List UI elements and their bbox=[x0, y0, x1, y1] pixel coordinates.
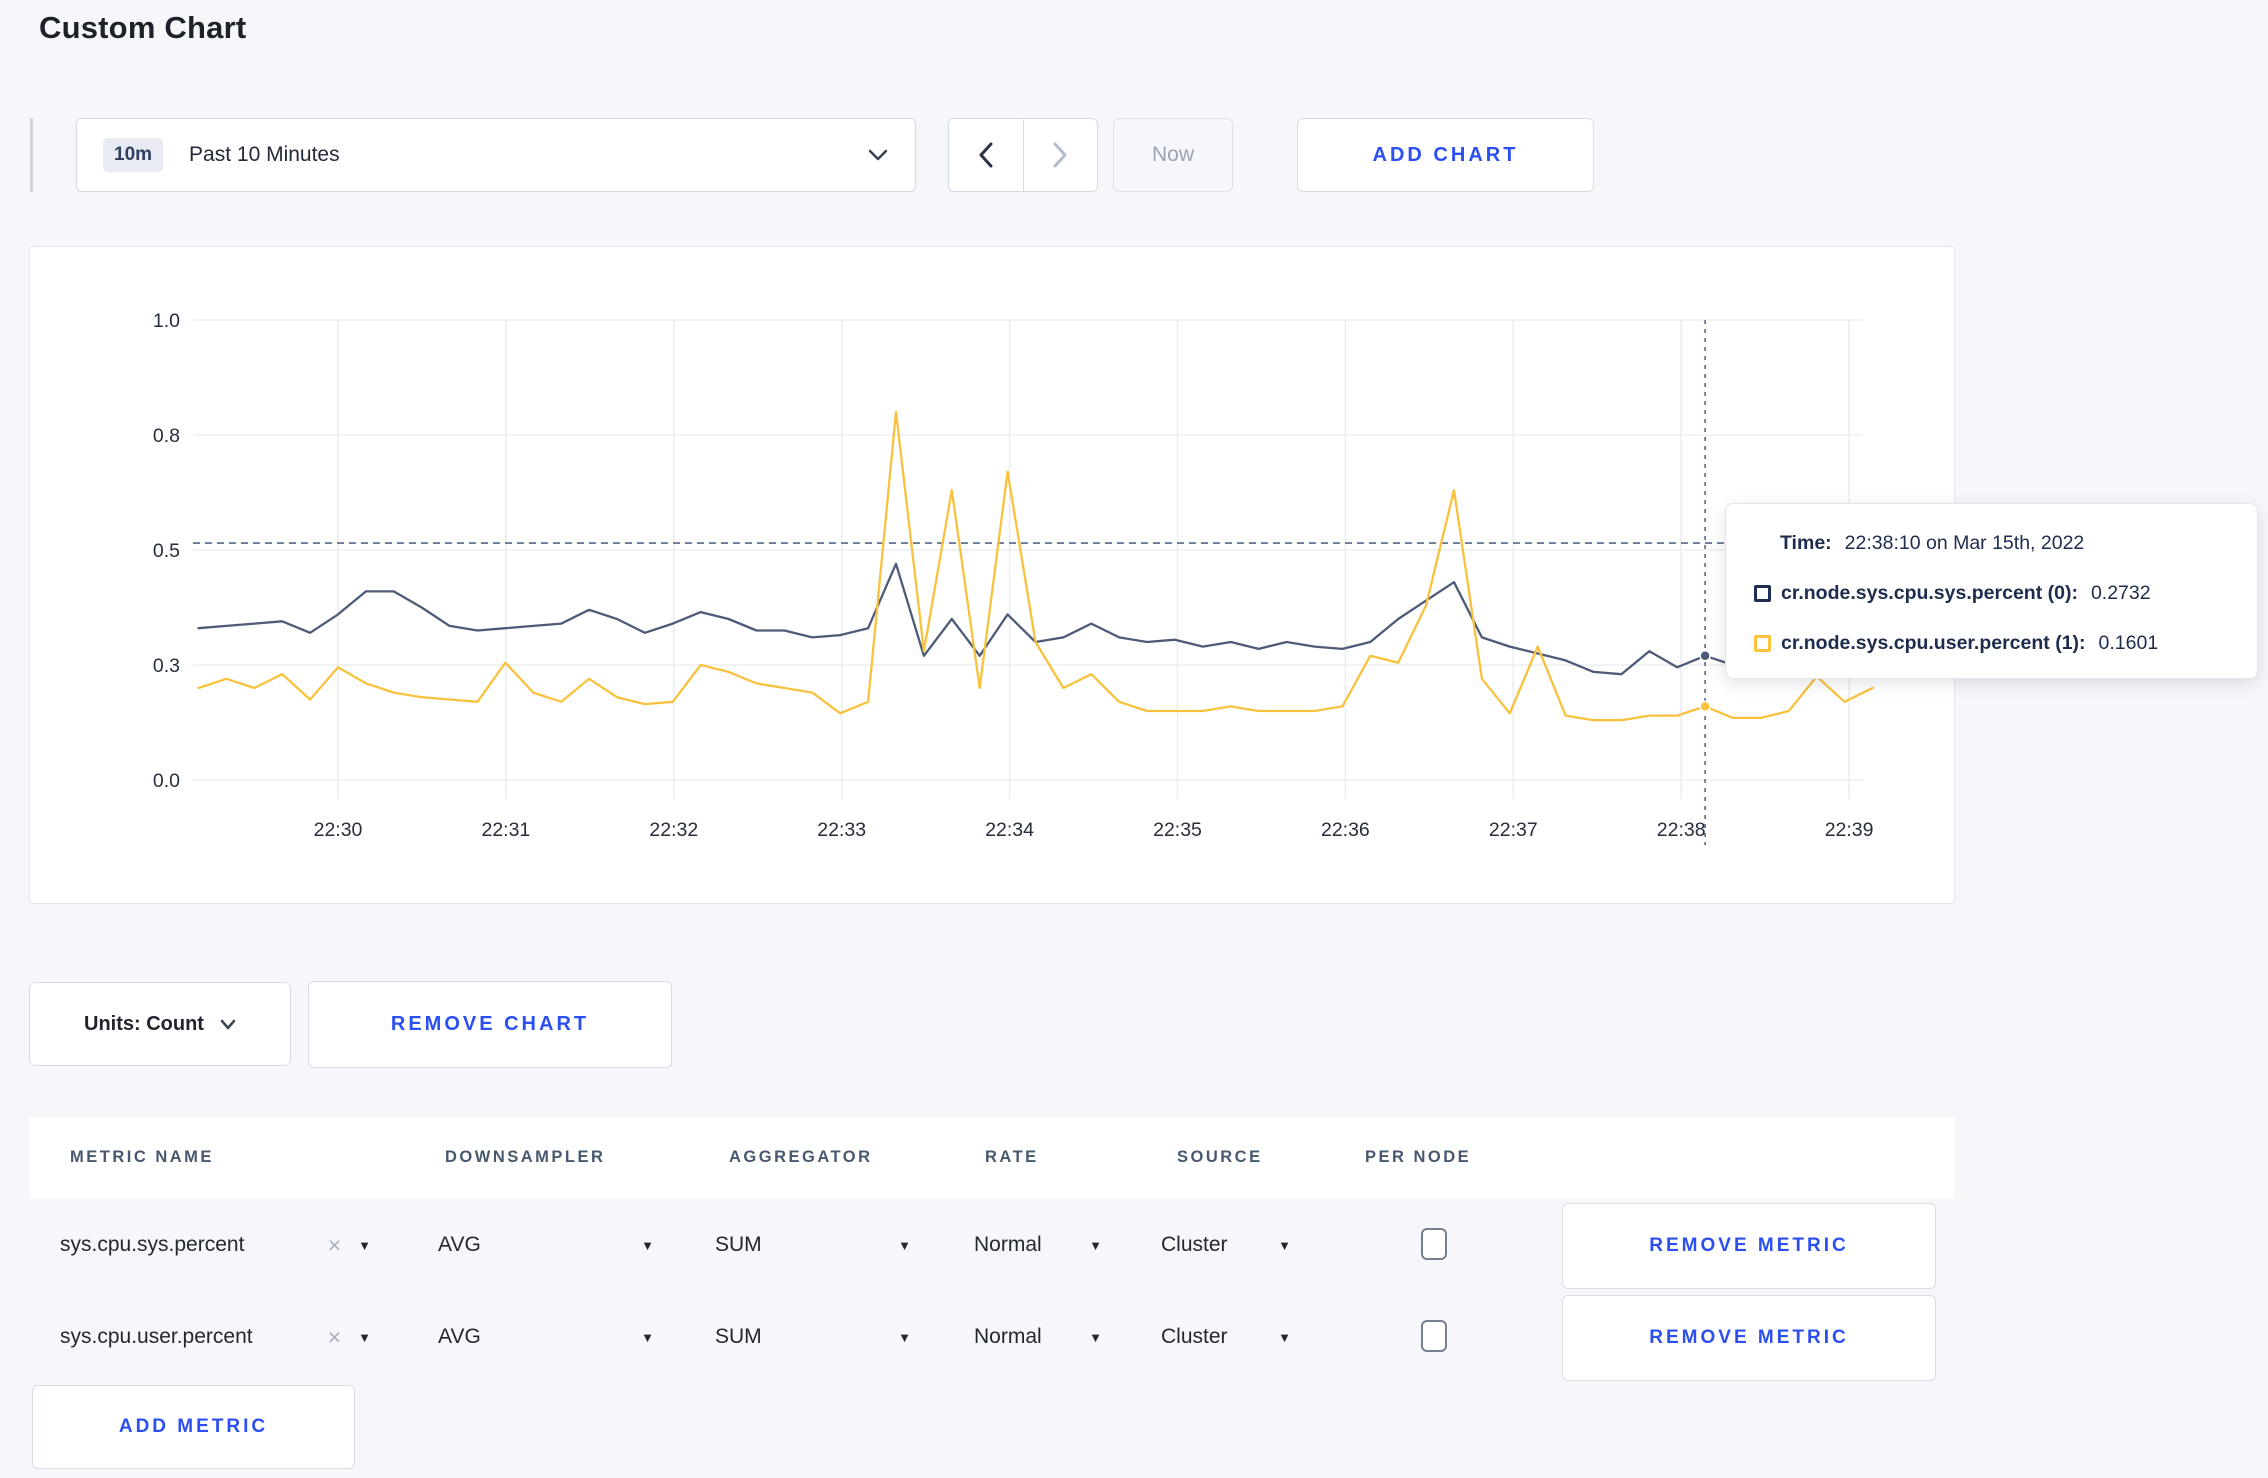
add-chart-button[interactable]: ADD CHART bbox=[1297, 118, 1594, 192]
svg-text:22:35: 22:35 bbox=[1153, 819, 1202, 841]
chevron-down-icon bbox=[868, 149, 888, 161]
metric-name-select[interactable]: sys.cpu.sys.percent × ▼ bbox=[55, 1200, 371, 1290]
time-pager bbox=[948, 118, 1098, 192]
chevron-right-icon bbox=[1053, 142, 1067, 168]
svg-text:0.3: 0.3 bbox=[153, 655, 180, 677]
caret-down-icon: ▼ bbox=[1089, 1329, 1102, 1345]
metric-name-value: sys.cpu.sys.percent bbox=[60, 1233, 245, 1256]
metric-row: sys.cpu.user.percent × ▼ AVG ▼ SUM ▼ Nor… bbox=[29, 1292, 1955, 1382]
caret-down-icon: ▼ bbox=[358, 1237, 371, 1253]
svg-text:22:31: 22:31 bbox=[481, 819, 530, 841]
chart-canvas[interactable]: 0.0 0.3 0.5 0.8 1.0 22:30 22:31 22:32 22:33 22:34… bbox=[30, 247, 1954, 903]
per-node-checkbox[interactable] bbox=[1421, 1320, 1447, 1352]
chart-card: 0.0 0.3 0.5 0.8 1.0 22:30 22:31 22:32 22:33 22:34… bbox=[29, 246, 1955, 904]
source-select[interactable]: Cluster ▼ bbox=[1161, 1292, 1291, 1382]
now-button[interactable]: Now bbox=[1113, 118, 1233, 192]
caret-down-icon: ▼ bbox=[1278, 1329, 1291, 1345]
source-value: Cluster bbox=[1161, 1325, 1228, 1348]
svg-text:22:33: 22:33 bbox=[817, 819, 866, 841]
metric-row: sys.cpu.sys.percent × ▼ AVG ▼ SUM ▼ Norm… bbox=[29, 1200, 1955, 1290]
col-header-downsampler: DOWNSAMPLER bbox=[445, 1148, 606, 1166]
tooltip-series-value: 0.1601 bbox=[2098, 631, 2159, 654]
source-value: Cluster bbox=[1161, 1233, 1228, 1256]
series-color-swatch-user bbox=[1754, 634, 1771, 652]
units-select[interactable]: Units: Count bbox=[29, 982, 291, 1066]
caret-down-icon: ▼ bbox=[358, 1329, 371, 1345]
svg-text:1.0: 1.0 bbox=[153, 310, 180, 332]
remove-metric-button[interactable]: REMOVE METRIC bbox=[1562, 1295, 1936, 1381]
page-title: Custom Chart bbox=[39, 10, 247, 45]
col-header-aggregator: AGGREGATOR bbox=[729, 1148, 873, 1166]
chart-tooltip: Time: 22:38:10 on Mar 15th, 2022 cr.node… bbox=[1725, 503, 2258, 679]
svg-text:22:37: 22:37 bbox=[1489, 819, 1538, 841]
svg-text:0.5: 0.5 bbox=[153, 540, 180, 562]
rate-select[interactable]: Normal ▼ bbox=[974, 1200, 1102, 1290]
chevron-left-icon bbox=[979, 142, 993, 168]
aggregator-select[interactable]: SUM ▼ bbox=[715, 1292, 911, 1382]
aggregator-value: SUM bbox=[715, 1233, 762, 1256]
tooltip-series-name: cr.node.sys.cpu.user.percent (1): bbox=[1781, 631, 2086, 654]
rate-value: Normal bbox=[974, 1325, 1042, 1348]
series-color-swatch-sys bbox=[1754, 584, 1771, 602]
caret-down-icon: ▼ bbox=[641, 1329, 654, 1345]
rate-select[interactable]: Normal ▼ bbox=[974, 1292, 1102, 1382]
close-icon[interactable]: × bbox=[328, 1233, 341, 1257]
svg-text:22:34: 22:34 bbox=[985, 819, 1034, 841]
downsampler-select[interactable]: AVG ▼ bbox=[438, 1200, 654, 1290]
chevron-down-icon bbox=[220, 1019, 236, 1029]
per-node-checkbox[interactable] bbox=[1421, 1228, 1447, 1260]
caret-down-icon: ▼ bbox=[898, 1237, 911, 1253]
caret-down-icon: ▼ bbox=[1089, 1237, 1102, 1253]
caret-down-icon: ▼ bbox=[1278, 1237, 1291, 1253]
close-icon[interactable]: × bbox=[328, 1325, 341, 1349]
time-range-badge: 10m bbox=[103, 138, 164, 172]
units-label: Units: Count bbox=[84, 1012, 204, 1035]
caret-down-icon: ▼ bbox=[898, 1329, 911, 1345]
caret-down-icon: ▼ bbox=[641, 1237, 654, 1253]
rate-value: Normal bbox=[974, 1233, 1042, 1256]
time-range-label: Past 10 Minutes bbox=[189, 143, 340, 166]
tooltip-series-name: cr.node.sys.cpu.sys.percent (0): bbox=[1781, 581, 2078, 604]
tooltip-time-label: Time: bbox=[1780, 531, 1832, 554]
source-select[interactable]: Cluster ▼ bbox=[1161, 1200, 1291, 1290]
add-metric-button[interactable]: ADD METRIC bbox=[32, 1385, 355, 1469]
col-header-rate: RATE bbox=[985, 1148, 1039, 1166]
svg-text:22:38: 22:38 bbox=[1657, 819, 1706, 841]
remove-chart-button[interactable]: REMOVE CHART bbox=[308, 981, 672, 1068]
toolbar-divider bbox=[30, 118, 33, 192]
tooltip-series-value: 0.2732 bbox=[2090, 581, 2151, 604]
remove-metric-button[interactable]: REMOVE METRIC bbox=[1562, 1203, 1936, 1289]
custom-chart-page: Custom Chart 10m Past 10 Minutes Now ADD… bbox=[0, 0, 2268, 1478]
downsampler-value: AVG bbox=[438, 1325, 481, 1348]
next-button[interactable] bbox=[1024, 119, 1098, 191]
tooltip-time-row: Time: 22:38:10 on Mar 15th, 2022 bbox=[1754, 528, 2239, 558]
metric-name-select[interactable]: sys.cpu.user.percent × ▼ bbox=[55, 1292, 371, 1382]
svg-text:22:39: 22:39 bbox=[1825, 819, 1874, 841]
downsampler-value: AVG bbox=[438, 1233, 481, 1256]
metrics-table-header: METRIC NAME DOWNSAMPLER AGGREGATOR RATE … bbox=[29, 1117, 1955, 1198]
metric-name-value: sys.cpu.user.percent bbox=[60, 1325, 253, 1348]
downsampler-select[interactable]: AVG ▼ bbox=[438, 1292, 654, 1382]
tooltip-time-value: 22:38:10 on Mar 15th, 2022 bbox=[1844, 531, 2085, 554]
aggregator-select[interactable]: SUM ▼ bbox=[715, 1200, 911, 1290]
tooltip-series-row: cr.node.sys.cpu.sys.percent (0): 0.2732 bbox=[1754, 578, 2239, 608]
svg-text:22:30: 22:30 bbox=[314, 819, 363, 841]
tooltip-series-row: cr.node.sys.cpu.user.percent (1): 0.1601 bbox=[1754, 628, 2239, 658]
time-range-select[interactable]: 10m Past 10 Minutes bbox=[76, 118, 916, 192]
svg-text:22:32: 22:32 bbox=[649, 819, 698, 841]
col-header-source: SOURCE bbox=[1177, 1148, 1263, 1166]
aggregator-value: SUM bbox=[715, 1325, 762, 1348]
svg-text:0.0: 0.0 bbox=[153, 770, 180, 792]
svg-text:22:36: 22:36 bbox=[1321, 819, 1370, 841]
svg-text:0.8: 0.8 bbox=[153, 425, 180, 447]
prev-button[interactable] bbox=[949, 119, 1024, 191]
col-header-per-node: PER NODE bbox=[1365, 1148, 1472, 1166]
col-header-metric-name: METRIC NAME bbox=[70, 1148, 214, 1166]
